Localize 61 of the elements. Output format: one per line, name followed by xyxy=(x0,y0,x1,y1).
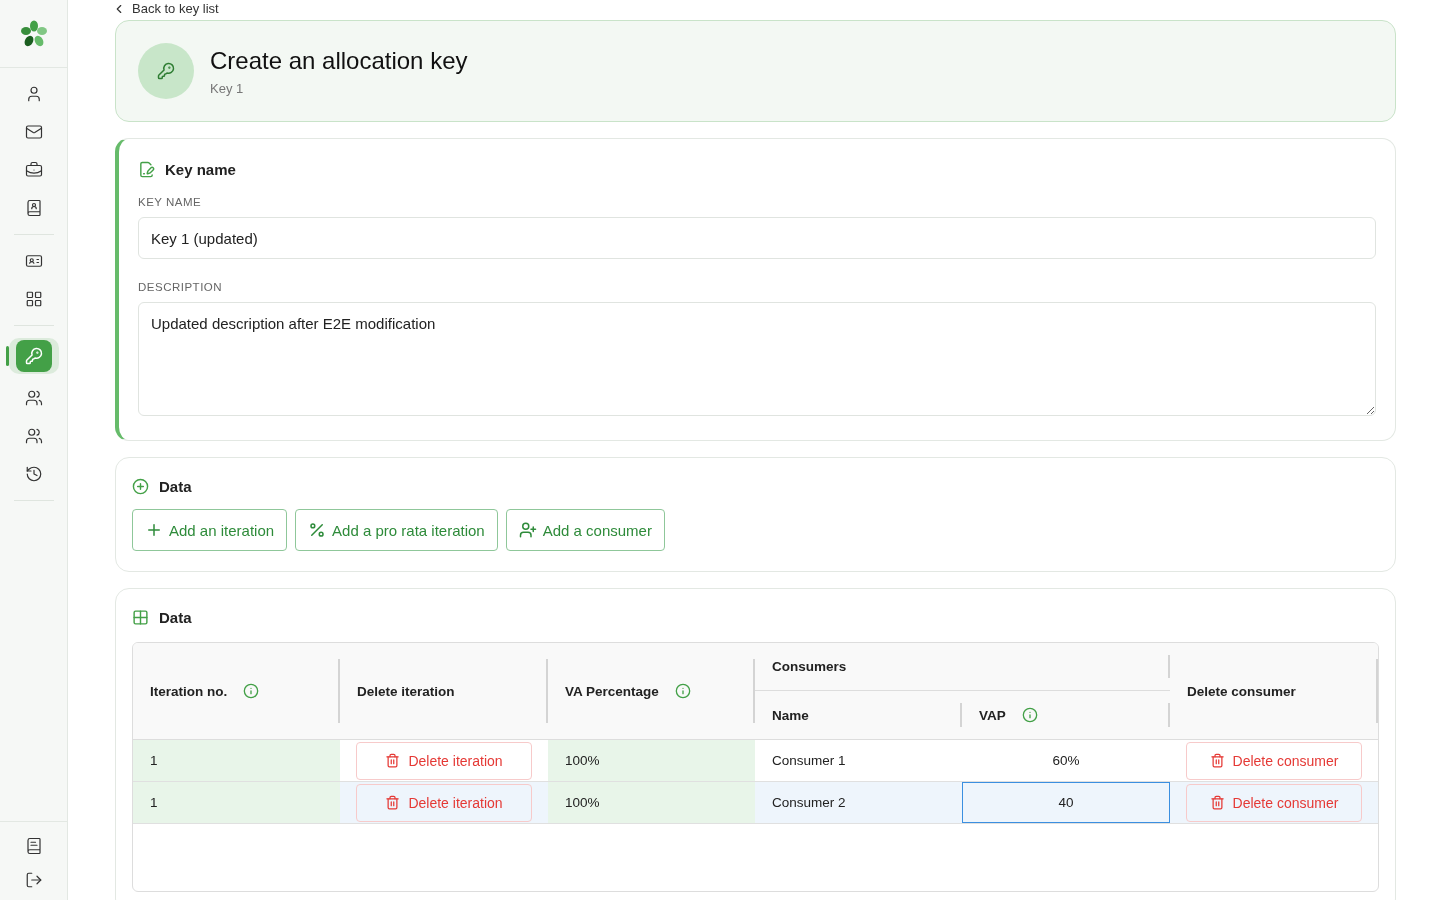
logout-icon xyxy=(24,871,43,889)
grid-icon xyxy=(24,290,43,308)
table-cell: 100% xyxy=(548,782,755,823)
add-button[interactable]: Add a pro rata iteration xyxy=(295,509,498,551)
key-icon xyxy=(24,347,43,365)
delete-consumer-button[interactable]: Delete consumer xyxy=(1186,783,1362,822)
delete-iteration-button[interactable]: Delete iteration xyxy=(356,783,532,822)
file-edit-icon xyxy=(138,161,155,178)
table-cell-text: 60% xyxy=(1051,752,1081,770)
contact-book-icon xyxy=(24,199,43,217)
users-icon xyxy=(24,427,43,445)
add-button[interactable]: Add an iteration xyxy=(132,509,288,551)
page-title: Create an allocation key xyxy=(210,46,468,75)
info-icon[interactable] xyxy=(674,683,691,699)
delete-iteration-button[interactable]: Delete iteration xyxy=(356,741,532,780)
logo-icon xyxy=(19,19,48,48)
description-field[interactable]: Updated description after E2E modification xyxy=(138,302,1376,416)
column-header: VA Percentage xyxy=(565,683,659,699)
column-header: Delete iteration xyxy=(357,683,455,699)
table-cell: 1 xyxy=(133,740,340,781)
key-icon xyxy=(138,43,194,99)
history-icon xyxy=(24,465,43,483)
column-header: Name xyxy=(772,707,809,723)
percent-icon xyxy=(308,521,327,539)
trash-icon xyxy=(1209,753,1225,768)
column-header: Iteration no. xyxy=(150,683,228,699)
trash-icon xyxy=(385,753,401,768)
users-icon xyxy=(24,389,43,407)
trash-icon xyxy=(385,795,401,810)
column-header: Delete consumer xyxy=(1187,683,1296,699)
briefcase-icon xyxy=(24,161,43,179)
column-header: Consumers xyxy=(772,659,847,674)
section-title: Key name xyxy=(165,161,236,178)
field-label: DESCRIPTION xyxy=(138,281,224,293)
key-nav-button[interactable] xyxy=(8,338,59,374)
user-plus-icon xyxy=(518,521,537,539)
mail-icon xyxy=(24,123,43,141)
key-name-field[interactable]: Key 1 (updated) xyxy=(138,217,1376,259)
section-title: Data xyxy=(159,609,192,626)
column-header: VAP xyxy=(979,707,1006,723)
table-cell-text: Consumer 1 xyxy=(771,752,847,770)
table-cell: 100% xyxy=(548,740,755,781)
delete-consumer-button[interactable]: Delete consumer xyxy=(1186,741,1362,780)
book-icon xyxy=(24,837,43,855)
table-row[interactable]: 1 Delete iteration 100% Consumer 2 40 Delete consumer xyxy=(133,782,1378,824)
table-row[interactable]: 1 Delete iteration 100% Consumer 1 60% Delete consumer xyxy=(133,740,1378,782)
add-button[interactable]: Add a consumer xyxy=(505,509,665,551)
id-card-icon xyxy=(24,252,43,270)
page-subtitle: Key 1 xyxy=(210,80,245,96)
table-icon xyxy=(132,609,149,626)
section-title: Data xyxy=(159,478,192,495)
vap-input-field[interactable]: 40 xyxy=(962,782,1170,823)
plus-circle-icon xyxy=(132,478,149,495)
back-link[interactable]: Back to key list xyxy=(112,1,219,16)
table-cell-text: Consumer 2 xyxy=(771,794,847,812)
trash-icon xyxy=(1209,795,1225,810)
table-cell: 1 xyxy=(133,782,340,823)
info-icon[interactable] xyxy=(1021,707,1038,723)
field-label: KEY NAME xyxy=(138,196,203,208)
info-icon[interactable] xyxy=(243,683,260,699)
plus-icon xyxy=(145,521,163,539)
